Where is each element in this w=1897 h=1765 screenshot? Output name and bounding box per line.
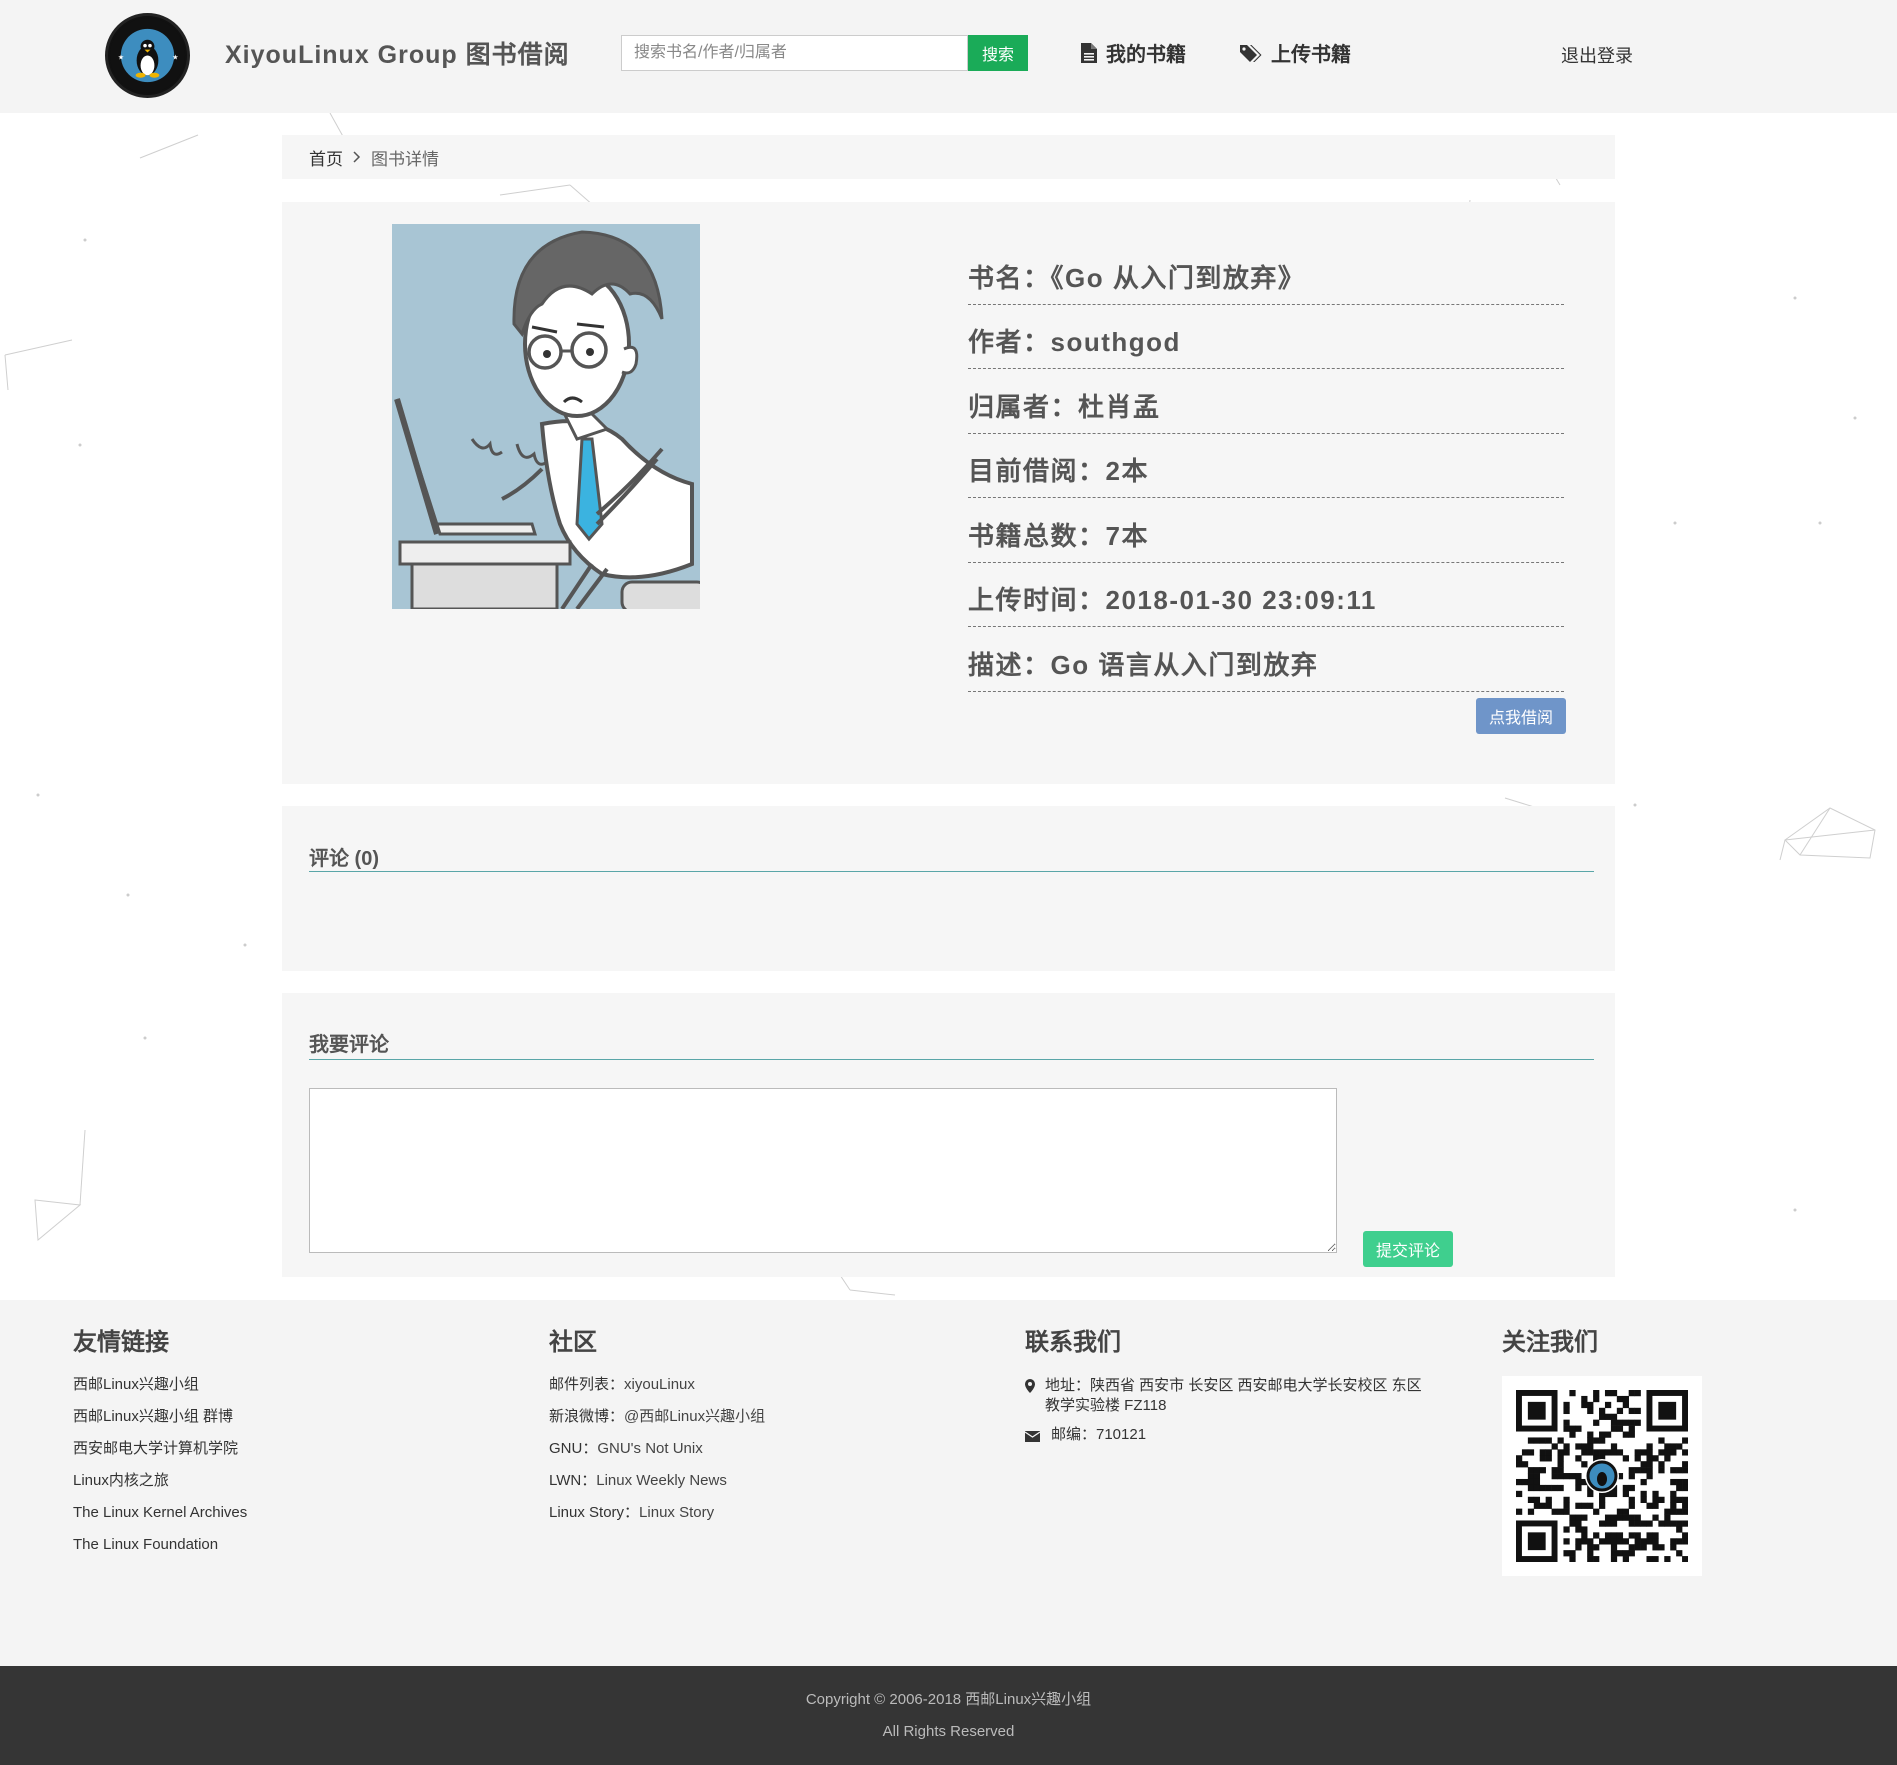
community-value[interactable]: Linux Weekly News	[596, 1472, 727, 1489]
logout-link[interactable]: 退出登录	[1561, 42, 1633, 68]
write-comment-title: 我要评论	[309, 1034, 389, 1056]
top-navbar: ★ ★ XiyouLinux Group 图书借阅 搜索 我的书籍 上传书籍 退…	[0, 0, 1897, 113]
book-total-count: 书籍总数：7本	[968, 498, 1564, 563]
search-button[interactable]: 搜索	[968, 35, 1028, 71]
submit-comment-button[interactable]: 提交评论	[1363, 1231, 1453, 1267]
copyright-text: Copyright © 2006-2018 西邮Linux兴趣小组	[805, 1691, 1092, 1708]
book-cover-image	[392, 224, 700, 609]
community-item: GNU：GNU's Not Unix	[549, 1440, 765, 1472]
comments-divider	[309, 871, 1594, 872]
breadcrumb: 首页 图书详情	[282, 135, 1615, 179]
community-item: Linux Story：Linux Story	[549, 1504, 765, 1536]
contact-zip-text: 邮编：710121	[1051, 1426, 1147, 1443]
footer-links-title: 友情链接	[73, 1329, 169, 1356]
footer-links-column: 友情链接 西邮Linux兴趣小组 西邮Linux兴趣小组 群博 西安邮电大学计算…	[73, 1322, 247, 1568]
community-key: GNU：	[549, 1440, 598, 1457]
write-comment-panel: 我要评论 提交评论	[282, 993, 1615, 1277]
footer-link[interactable]: 西安邮电大学计算机学院	[73, 1440, 247, 1472]
comments-title: 评论 (0)	[309, 848, 379, 870]
write-comment-divider	[309, 1059, 1594, 1060]
file-icon	[1081, 42, 1097, 63]
footer-link[interactable]: 西邮Linux兴趣小组 群博	[73, 1408, 247, 1440]
copyright-bar: Copyright © 2006-2018 西邮Linux兴趣小组 All Ri…	[0, 1666, 1897, 1765]
footer-follow-title: 关注我们	[1502, 1329, 1598, 1356]
site-logo[interactable]: ★ ★	[105, 13, 190, 98]
book-description: 描述：Go 语言从入门到放弃	[968, 627, 1564, 692]
envelope-icon	[1024, 1425, 1045, 1448]
qr-code-image	[1502, 1376, 1702, 1576]
site-title[interactable]: XiyouLinux Group 图书借阅	[225, 35, 570, 71]
community-item: LWN：Linux Weekly News	[549, 1472, 765, 1504]
rights-text: All Rights Reserved	[882, 1723, 1015, 1740]
book-detail-panel: 书名：《Go 从入门到放弃》 作者：southgod 归属者：杜肖孟 目前借阅：…	[282, 202, 1615, 784]
borrow-button[interactable]: 点我借阅	[1476, 698, 1566, 734]
community-value[interactable]: Linux Story	[639, 1504, 714, 1521]
tux-logo-icon: ★ ★	[109, 17, 186, 94]
community-key: LWN：	[549, 1472, 597, 1489]
footer-community-column: 社区 邮件列表：xiyouLinux 新浪微博：@西邮Linux兴趣小组 GNU…	[549, 1322, 765, 1536]
community-value[interactable]: xiyouLinux	[624, 1376, 695, 1393]
community-item: 邮件列表：xiyouLinux	[549, 1376, 765, 1408]
book-title: 书名：《Go 从入门到放弃》	[968, 240, 1564, 305]
breadcrumb-current: 图书详情	[371, 149, 439, 169]
nav-upload-books[interactable]: 上传书籍	[1240, 38, 1351, 67]
book-author: 作者：southgod	[968, 305, 1564, 369]
community-value[interactable]: @西邮Linux兴趣小组	[624, 1408, 765, 1425]
community-value[interactable]: GNU's Not Unix	[597, 1440, 702, 1457]
book-upload-time: 上传时间：2018-01-30 23:09:11	[968, 563, 1564, 627]
map-marker-icon	[1025, 1376, 1045, 1416]
footer-link[interactable]: 西邮Linux兴趣小组	[73, 1376, 247, 1408]
footer-link[interactable]: Linux内核之旅	[73, 1472, 247, 1504]
svg-text:★: ★	[118, 53, 124, 61]
book-borrowed-count: 目前借阅：2本	[968, 434, 1564, 498]
contact-address: 地址：陕西省 西安市 长安区 西安邮电大学长安校区 东区 教学实验楼 FZ118	[1025, 1376, 1425, 1416]
community-key: 新浪微博：	[549, 1408, 625, 1425]
community-key: Linux Story：	[549, 1504, 640, 1521]
footer-follow-column: 关注我们	[1502, 1322, 1702, 1576]
chevron-right-icon	[353, 151, 361, 163]
footer: 友情链接 西邮Linux兴趣小组 西邮Linux兴趣小组 群博 西安邮电大学计算…	[0, 1300, 1897, 1666]
search-input[interactable]	[621, 35, 968, 71]
footer-link[interactable]: The Linux Kernel Archives	[73, 1504, 247, 1536]
nav-my-books-label: 我的书籍	[1106, 44, 1186, 66]
svg-text:★: ★	[172, 53, 178, 61]
community-key: 邮件列表：	[549, 1376, 625, 1393]
nav-my-books[interactable]: 我的书籍	[1081, 38, 1186, 67]
comment-textarea[interactable]	[309, 1088, 1337, 1253]
breadcrumb-home[interactable]: 首页	[309, 145, 343, 170]
community-item: 新浪微博：@西邮Linux兴趣小组	[549, 1408, 765, 1440]
footer-community-title: 社区	[549, 1329, 597, 1356]
contact-address-text: 地址：陕西省 西安市 长安区 西安邮电大学长安校区 东区 教学实验楼 FZ118	[1045, 1377, 1422, 1414]
qr-code-icon	[1516, 1390, 1689, 1563]
cartoon-programmer-illustration	[392, 224, 700, 609]
book-info-list: 书名：《Go 从入门到放弃》 作者：southgod 归属者：杜肖孟 目前借阅：…	[968, 240, 1564, 692]
comments-panel: 评论 (0)	[282, 806, 1615, 971]
book-owner: 归属者：杜肖孟	[968, 369, 1564, 434]
footer-link[interactable]: The Linux Foundation	[73, 1536, 247, 1568]
tags-icon	[1240, 44, 1262, 62]
nav-upload-books-label: 上传书籍	[1271, 44, 1351, 66]
footer-contact-title: 联系我们	[1025, 1329, 1121, 1356]
contact-zip: 邮编：710121	[1024, 1425, 1425, 1448]
footer-contact-column: 联系我们 地址：陕西省 西安市 长安区 西安邮电大学长安校区 东区 教学实验楼 …	[1024, 1322, 1425, 1457]
